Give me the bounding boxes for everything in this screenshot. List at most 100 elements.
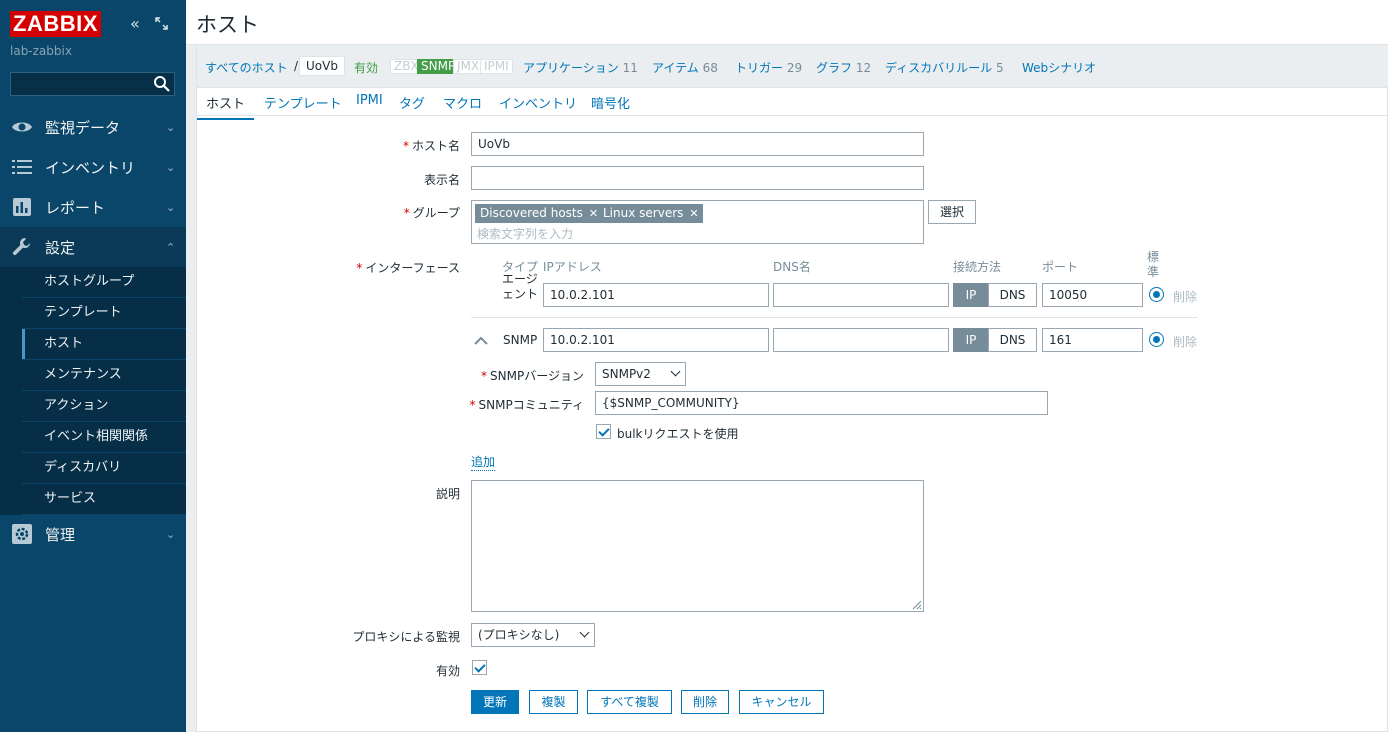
jmx-availability-badge: JMX <box>453 59 484 74</box>
submenu-templates[interactable]: テンプレート <box>22 298 186 329</box>
agent-connect-ip-button[interactable]: IP <box>953 283 989 307</box>
snmp-type-label: SNMP <box>503 333 538 347</box>
tab-host[interactable]: ホスト <box>197 93 255 120</box>
form-tabs: ホスト テンプレート IPMI タグ マクロ インベントリ 暗号化 <box>197 88 1388 120</box>
bulk-requests-checkbox[interactable] <box>596 424 611 439</box>
web-scenarios-link[interactable]: Webシナリオ <box>1022 59 1096 76</box>
snmp-dns-input[interactable] <box>773 328 949 352</box>
sidebar-search-input[interactable] <box>10 72 175 96</box>
chevron-down-icon: ⌄ <box>166 160 176 174</box>
agent-default-radio[interactable] <box>1149 287 1164 302</box>
host-status-link[interactable]: 有効 <box>354 59 378 76</box>
graphs-count: 12 <box>855 61 872 75</box>
snmp-connect-ip-button[interactable]: IP <box>953 328 989 352</box>
full-clone-button[interactable]: すべて複製 <box>587 690 672 714</box>
iface-port-header: ポート <box>1042 260 1079 274</box>
hostname-label: * ホスト名 <box>402 139 460 153</box>
agent-port-input[interactable]: 10050 <box>1042 283 1143 307</box>
interface-divider <box>471 317 1198 318</box>
close-icon[interactable]: ✕ <box>689 207 698 220</box>
items-link[interactable]: アイテム 68 <box>652 59 718 76</box>
submenu-services[interactable]: サービス <box>22 484 186 515</box>
chevron-down-icon: ⌄ <box>166 200 176 214</box>
snmp-port-input[interactable]: 161 <box>1042 328 1143 352</box>
chevron-down-icon: ⌄ <box>166 527 176 541</box>
tab-ipmi[interactable]: IPMI <box>356 93 383 108</box>
breadcrumb-separator: / <box>294 59 299 73</box>
menu-administration[interactable]: 管理 ⌄ <box>0 514 186 554</box>
group-chip[interactable]: Linux servers ✕ <box>598 204 703 223</box>
collapse-sidebar-icon[interactable]: « <box>130 14 140 33</box>
chevron-up-icon[interactable] <box>474 334 488 348</box>
description-textarea[interactable] <box>471 480 924 612</box>
tab-templates[interactable]: テンプレート <box>264 93 342 112</box>
all-hosts-link[interactable]: すべてのホスト <box>205 59 288 76</box>
description-label: 説明 <box>435 487 460 501</box>
menu-inventory[interactable]: インベントリ ⌄ <box>0 147 186 187</box>
tab-inventory[interactable]: インベントリ <box>499 93 577 112</box>
snmp-remove-link[interactable]: 削除 <box>1173 333 1197 350</box>
menu-configuration[interactable]: 設定 ⌃ <box>0 227 186 267</box>
bar-chart-icon <box>11 196 33 218</box>
snmp-community-input[interactable]: {$SNMP_COMMUNITY} <box>595 391 1048 415</box>
cancel-button[interactable]: キャンセル <box>739 690 824 714</box>
group-chip[interactable]: Discovered hosts ✕ <box>475 204 603 223</box>
sidebar: ZABBIX « lab-zabbix 監視データ ⌄ インベントリ ⌄ レポー… <box>0 0 186 732</box>
kiosk-mode-icon[interactable] <box>155 15 168 34</box>
items-count: 68 <box>702 61 718 75</box>
graphs-link[interactable]: グラフ 12 <box>816 59 871 76</box>
menu-label: 設定 <box>45 238 76 257</box>
delete-button[interactable]: 削除 <box>681 690 729 714</box>
hostname-input[interactable]: UoVb <box>471 132 924 156</box>
snmp-version-select[interactable]: SNMPv2 <box>595 362 686 386</box>
enabled-checkbox[interactable] <box>472 660 487 675</box>
enabled-label: 有効 <box>435 664 460 678</box>
visible-name-label: 表示名 <box>423 173 460 187</box>
submenu-discovery[interactable]: ディスカバリ <box>22 453 186 484</box>
menu-label: インベントリ <box>45 158 136 177</box>
submenu-hosts[interactable]: ホスト <box>22 329 186 360</box>
interfaces-label: * インターフェース <box>356 261 460 275</box>
discovery-rules-link[interactable]: ディスカバリルール 5 <box>885 59 1004 76</box>
iface-connect-header: 接続方法 <box>953 260 1002 274</box>
visible-name-input[interactable] <box>471 166 924 190</box>
current-host-breadcrumb[interactable]: UoVb <box>299 56 345 76</box>
agent-dns-input[interactable] <box>773 283 949 307</box>
submenu-event-correlation[interactable]: イベント相関関係 <box>22 422 186 453</box>
snmp-ip-input[interactable]: 10.0.2.101 <box>543 328 769 352</box>
gear-icon <box>11 523 33 545</box>
triggers-link[interactable]: トリガー 29 <box>735 59 802 76</box>
applications-link[interactable]: アプリケーション 11 <box>523 59 638 76</box>
groups-multiselect[interactable]: Discovered hosts ✕ Linux servers ✕ 検索文字列を入… <box>471 200 924 244</box>
resize-handle-icon[interactable] <box>910 598 922 610</box>
chevron-down-icon <box>670 366 681 377</box>
items-label: アイテム <box>652 61 699 75</box>
close-icon[interactable]: ✕ <box>589 207 598 220</box>
add-interface-link[interactable]: 追加 <box>471 453 496 471</box>
tab-tags[interactable]: タグ <box>399 93 425 112</box>
menu-monitoring[interactable]: 監視データ ⌄ <box>0 107 186 147</box>
discovery-rules-label: ディスカバリルール <box>885 61 993 75</box>
agent-remove-link[interactable]: 削除 <box>1173 288 1197 305</box>
snmp-default-radio[interactable] <box>1149 332 1164 347</box>
submenu-actions[interactable]: アクション <box>22 391 186 422</box>
groups-search-placeholder[interactable]: 検索文字列を入力 <box>477 225 573 242</box>
select-groups-button[interactable]: 選択 <box>928 200 976 224</box>
snmp-connect-dns-button[interactable]: DNS <box>988 328 1037 352</box>
tab-macros[interactable]: マクロ <box>443 93 482 112</box>
zabbix-logo[interactable]: ZABBIX <box>10 11 101 37</box>
group-chip-label: Linux servers <box>603 206 684 220</box>
agent-connect-dns-button[interactable]: DNS <box>988 283 1037 307</box>
agent-ip-input[interactable]: 10.0.2.101 <box>543 283 769 307</box>
menu-reports[interactable]: レポート ⌄ <box>0 187 186 227</box>
proxy-value: (プロキシなし) <box>478 628 560 642</box>
proxy-select[interactable]: (プロキシなし) <box>471 623 595 647</box>
clone-button[interactable]: 複製 <box>529 690 578 714</box>
applications-count: 11 <box>622 61 638 75</box>
tab-encryption[interactable]: 暗号化 <box>591 93 630 112</box>
submenu-host-groups[interactable]: ホストグループ <box>22 267 186 298</box>
search-icon[interactable] <box>153 75 171 93</box>
host-navigation: すべてのホスト / UoVb 有効 ZBX SNMP JMX IPMI アプリケ… <box>197 45 1388 88</box>
submenu-maintenance[interactable]: メンテナンス <box>22 360 186 391</box>
update-button[interactable]: 更新 <box>471 690 519 714</box>
